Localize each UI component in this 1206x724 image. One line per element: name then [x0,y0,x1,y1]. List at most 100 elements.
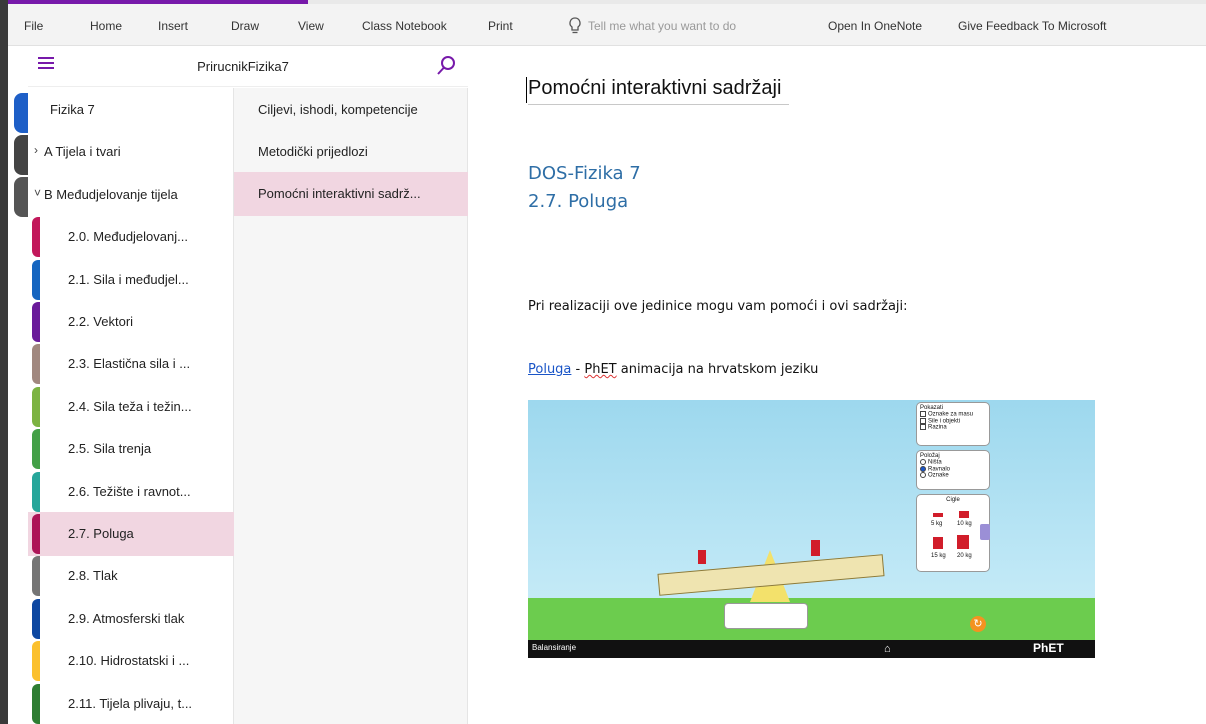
tab-class-notebook[interactable]: Class Notebook [362,19,447,33]
page-item[interactable]: Pomoćni interaktivni sadrž... [234,172,468,216]
position-panel: Položaj Ništa Ravnalo Oznake [916,450,990,490]
resource-line: Poluga - PhET animacija na hrvatskom jez… [528,362,818,377]
tell-me-input[interactable]: Tell me what you want to do [588,19,736,33]
section-color-tab [32,386,40,427]
notebook-tab[interactable] [14,135,28,175]
tab-insert[interactable]: Insert [158,19,188,33]
section-item[interactable]: 2.6. Težište i ravnot... [28,470,234,514]
show-option[interactable]: Oznake za masu [920,411,986,418]
brick-label: 5 kg [931,521,943,527]
section-label: 2.7. Poluga [68,526,134,541]
phet-simulation-image[interactable]: Pokazati Oznake za masu Sile i objekti R… [528,400,1095,658]
sections-list: Fizika 7 › A Tijela i tvari ˅ B Međudjelovan… [28,88,234,724]
tab-file[interactable]: File [24,19,43,33]
bricks-next-arrow-icon[interactable] [980,524,990,540]
brick-15kg[interactable] [933,537,943,549]
tab-view[interactable]: View [298,19,324,33]
section-label: 2.1. Sila i međudjel... [68,271,189,287]
section-item[interactable]: 2.10. Hidrostatski i ... [28,639,234,683]
brick-5kg[interactable] [933,513,943,517]
tab-print[interactable]: Print [488,19,513,33]
section-label: 2.5. Sila trenja [68,441,152,457]
position-option[interactable]: Oznake [920,472,986,479]
section-color-tab [32,683,40,724]
hamburger-menu-icon[interactable] [38,57,54,69]
give-feedback-button[interactable]: Give Feedback To Microsoft [958,19,1107,33]
section-label: 2.0. Međudjelovanj... [68,229,188,245]
lightbulb-icon [569,17,581,34]
brick-label: 20 kg [957,553,972,559]
brick-10kg[interactable] [959,511,969,518]
page-label: Metodički prijedlozi [258,144,368,159]
home-icon[interactable]: ⌂ [884,643,891,655]
sim-navbar: Balansiranje ⌂ [528,640,1095,658]
chevron-down-icon[interactable]: ˅ [34,186,41,200]
intro-paragraph[interactable]: Pri realizaciji ove jedinice mogu vam po… [528,299,908,314]
sim-mass [698,550,706,564]
phet-word: PhET [584,362,617,377]
page-title[interactable]: Pomoćni interaktivni sadržaji [528,77,790,105]
section-label: Fizika 7 [50,102,95,117]
section-item[interactable]: ˅ B Međudjelovanje tijela [28,173,234,217]
section-item[interactable]: 2.4. Sila teža i težin... [28,385,234,429]
section-label: 2.8. Tlak [68,568,118,584]
open-in-onenote-button[interactable]: Open In OneNote [828,19,922,33]
section-label: B Međudjelovanje tijela [44,186,178,202]
section-item[interactable]: 2.7. Poluga [28,512,234,556]
show-option[interactable]: Sile i objekti [920,417,986,424]
notebook-header: PrirucnikFizika7 [28,47,468,87]
section-color-tab [32,556,40,597]
section-item[interactable]: 2.1. Sila i međudjel... [28,258,234,302]
page-item[interactable]: Ciljevi, ishodi, kompetencije [234,88,468,132]
section-color-tab [32,429,40,470]
sim-mass [811,540,820,556]
section-label: 2.11. Tijela plivaju, t... [68,695,193,711]
section-item[interactable]: › A Tijela i tvari [28,130,234,174]
brick-label: 15 kg [931,553,946,559]
link-description: animacija na hrvatskom jeziku [616,362,819,377]
section-label: 2.4. Sila teža i težin... [68,398,192,414]
section-item[interactable]: 2.9. Atmosferski tlak [28,597,234,641]
section-color-tab [32,471,40,512]
section-item[interactable]: 2.8. Tlak [28,554,234,598]
section-color-tab [32,344,40,385]
sim-screen-label: Balansiranje [532,643,577,652]
heading-lesson[interactable]: 2.7. Poluga [528,191,628,212]
heading-dos[interactable]: DOS-Fizika 7 [528,163,641,184]
brick-20kg[interactable] [957,535,969,549]
notebook-title[interactable]: PrirucnikFizika7 [168,59,318,74]
section-item[interactable]: 2.3. Elastična sila i ... [28,342,234,386]
bricks-panel: Cigle 5 kg 10 kg 15 kg 20 kg [916,494,990,572]
section-item[interactable]: 2.5. Sila trenja [28,427,234,471]
section-color-tab [32,641,40,682]
show-panel: Pokazati Oznake za masu Sile i objekti R… [916,402,990,446]
link-separator: - [571,362,585,377]
text-cursor [526,77,527,103]
tab-draw[interactable]: Draw [231,19,259,33]
section-item[interactable]: Fizika 7 [28,88,234,132]
section-item[interactable]: 2.11. Tijela plivaju, t... [28,682,234,724]
phet-logo: PhET [1033,641,1064,655]
section-color-tab [32,514,40,554]
position-option[interactable]: Ništa [920,459,986,466]
page-item[interactable]: Metodički prijedlozi [234,130,468,174]
notebook-tab[interactable] [14,93,28,133]
section-color-tab [32,302,40,342]
page-label: Ciljevi, ishodi, kompetencije [258,102,418,117]
poluga-link[interactable]: Poluga [528,362,571,377]
position-option[interactable]: Ravnalo [920,465,986,472]
section-item[interactable]: 2.2. Vektori [28,300,234,344]
chevron-right-icon[interactable]: › [34,143,38,157]
reset-icon[interactable]: ↻ [970,616,986,632]
tab-home[interactable]: Home [90,19,122,33]
search-icon[interactable] [436,55,456,77]
section-item[interactable]: 2.0. Međudjelovanj... [28,215,234,259]
page-label: Pomoćni interaktivni sadrž... [258,186,421,201]
notebook-tab[interactable] [14,177,28,217]
notebook-tab-strip [8,47,28,724]
sim-view-toggle[interactable] [724,603,808,629]
page-canvas[interactable]: Pomoćni interaktivni sadržaji DOS-Fizika… [468,47,1206,724]
show-option[interactable]: Razina [920,424,986,431]
section-label: A Tijela i tvari [44,144,121,160]
bricks-panel-title: Cigle [946,497,960,503]
